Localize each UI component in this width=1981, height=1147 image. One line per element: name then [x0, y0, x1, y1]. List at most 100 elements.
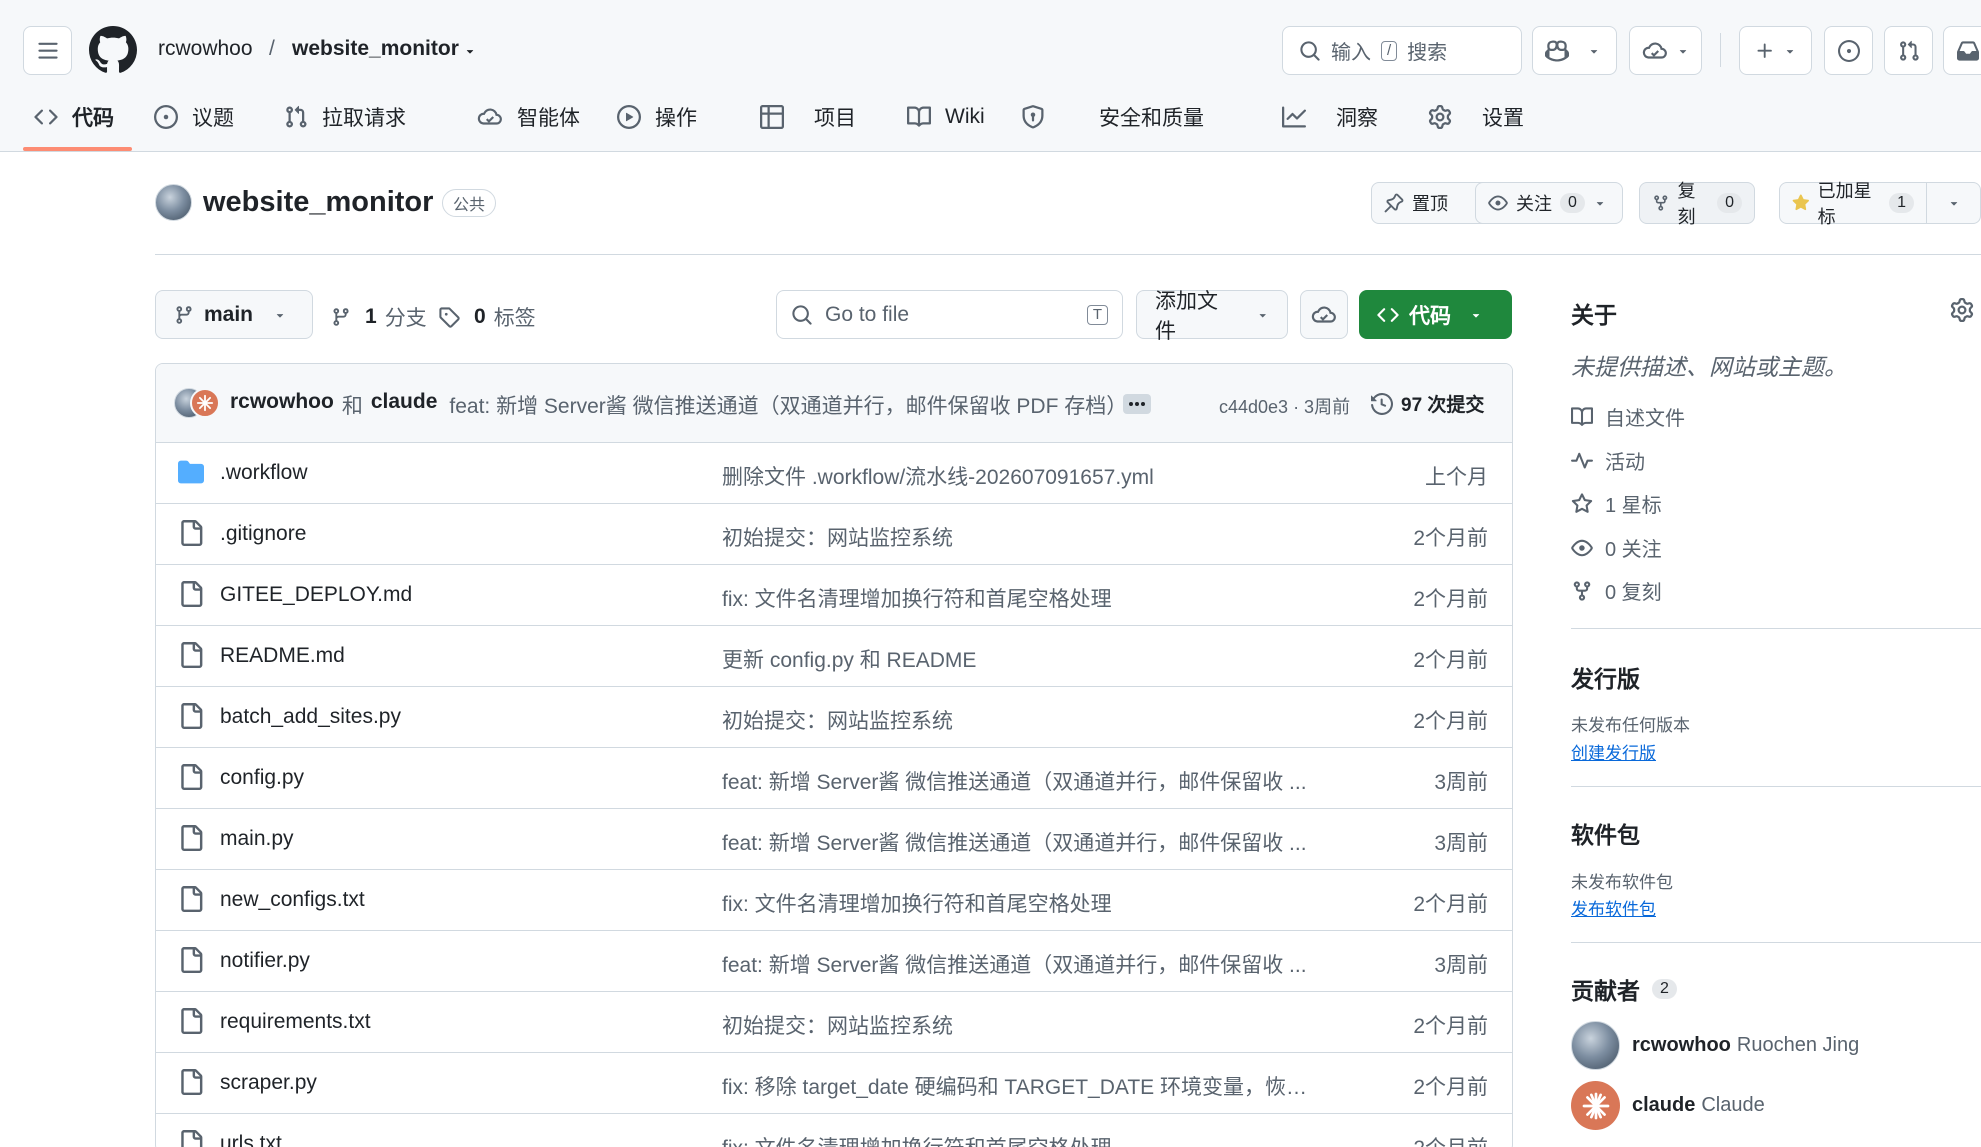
file-name[interactable]: config.py	[220, 766, 304, 790]
tab-projects[interactable]: 项目	[760, 100, 856, 134]
pin-icon	[1384, 193, 1404, 213]
agent-task-button[interactable]	[1300, 290, 1348, 339]
table-row[interactable]: .workflow 删除文件 .workflow/流水线-202607091657…	[156, 443, 1512, 504]
branch-select-button[interactable]: main	[155, 290, 313, 339]
tab-settings[interactable]: 设置	[1428, 100, 1524, 134]
about-forks[interactable]: 0 复刻	[1571, 576, 1662, 605]
code-dropdown-button[interactable]: 代码	[1359, 290, 1512, 339]
about-heading: 关于	[1571, 302, 1617, 328]
table-row[interactable]: batch_add_sites.py 初始提交：网站监控系统 2个月前	[156, 687, 1512, 748]
about-stars[interactable]: 1 星标	[1571, 489, 1662, 518]
github-logo-icon[interactable]	[89, 26, 137, 74]
commit-author-1[interactable]: rcwowhoo	[230, 390, 334, 420]
file-commit-message[interactable]: 更新 config.py 和 README	[722, 644, 976, 674]
go-to-file-input[interactable]: Go to file T	[776, 290, 1123, 339]
file-commit-message[interactable]: 初始提交：网站监控系统	[722, 522, 953, 552]
publish-package-link[interactable]: 发布软件包	[1571, 895, 1656, 920]
table-row[interactable]: config.py feat: 新增 Server酱 微信推送通道（双通道并行，邮…	[156, 748, 1512, 809]
agent-caret-icon[interactable]	[1676, 44, 1690, 58]
create-new-button[interactable]	[1739, 26, 1812, 75]
file-name[interactable]: requirements.txt	[220, 1010, 371, 1034]
file-name[interactable]: new_configs.txt	[220, 888, 365, 912]
commit-expand-button[interactable]	[1123, 394, 1151, 414]
table-row[interactable]: scraper.py fix: 移除 target_date 硬编码和 TARGE…	[156, 1053, 1512, 1114]
file-name[interactable]: notifier.py	[220, 949, 310, 973]
contributors-heading[interactable]: 贡献者 2	[1571, 972, 1677, 1006]
file-commit-message[interactable]: fix: 文件名清理增加换行符和首尾空格处理	[722, 888, 1112, 918]
tab-wiki[interactable]: Wiki	[907, 100, 985, 134]
pull-request-icon	[286, 105, 307, 128]
branches-link[interactable]: 1 分支	[331, 302, 427, 332]
table-row[interactable]: GITEE_DEPLOY.md fix: 文件名清理增加换行符和首尾空格处理 2个月…	[156, 565, 1512, 626]
tab-actions-label: 操作	[655, 107, 697, 130]
file-commit-message[interactable]: fix: 文件名清理增加换行符和首尾空格处理	[722, 583, 1112, 613]
tab-pull-requests[interactable]: 拉取请求	[284, 100, 406, 134]
file-name[interactable]: scraper.py	[220, 1071, 317, 1095]
file-commit-message[interactable]: 删除文件 .workflow/流水线-202607091657.yml	[722, 461, 1154, 491]
menu-button[interactable]	[23, 26, 72, 75]
file-commit-message[interactable]: feat: 新增 Server酱 微信推送通道（双通道并行，邮件保留收 ...	[722, 949, 1307, 979]
gear-icon[interactable]	[1950, 298, 1974, 322]
file-name[interactable]: batch_add_sites.py	[220, 705, 401, 729]
starred-button[interactable]: 已加星标 1	[1779, 181, 1927, 227]
commit-history-link[interactable]: 97 次提交	[1371, 390, 1484, 417]
issues-button[interactable]	[1824, 26, 1873, 75]
file-name[interactable]: main.py	[220, 827, 294, 851]
table-row[interactable]: requirements.txt 初始提交：网站监控系统 2个月前	[156, 992, 1512, 1053]
repo-avatar[interactable]	[155, 184, 192, 221]
table-row[interactable]: new_configs.txt fix: 文件名清理增加换行符和首尾空格处理 2个月…	[156, 870, 1512, 931]
file-name[interactable]: README.md	[220, 644, 345, 668]
breadcrumb-owner[interactable]: rcwowhoo	[158, 37, 253, 61]
pull-requests-button[interactable]	[1884, 26, 1933, 75]
tab-agents[interactable]: 智能体	[477, 100, 580, 134]
commit-hash-time[interactable]: c44d0e3 · 3周前	[1219, 393, 1350, 419]
watch-button[interactable]: 关注 0	[1475, 182, 1623, 224]
file-commit-message[interactable]: feat: 新增 Server酱 微信推送通道（双通道并行，邮件保留收 ...	[722, 766, 1307, 796]
about-readme[interactable]: 自述文件	[1571, 402, 1685, 431]
file-commit-message[interactable]: feat: 新增 Server酱 微信推送通道（双通道并行，邮件保留收 ...	[722, 827, 1307, 857]
add-file-button[interactable]: 添加文件	[1136, 290, 1288, 343]
tab-issues[interactable]: 议题	[154, 100, 234, 134]
add-file-caret-icon	[1259, 313, 1266, 317]
tab-insights[interactable]: 洞察	[1282, 100, 1378, 134]
agent-tasks-button[interactable]	[1629, 26, 1702, 75]
create-caret-icon[interactable]	[1783, 44, 1797, 58]
commit-message[interactable]: feat: 新增 Server酱 微信推送通道（双通道并行，邮件保留收 PDF …	[449, 390, 1127, 420]
about-activity[interactable]: 活动	[1571, 446, 1645, 475]
copilot-button[interactable]	[1532, 26, 1617, 75]
fork-button[interactable]: 复刻 0	[1639, 181, 1755, 227]
tab-security[interactable]: 安全和质量	[1021, 100, 1204, 134]
tags-link[interactable]: 0 标签	[438, 302, 536, 332]
inbox-button[interactable]	[1943, 26, 1981, 75]
create-release-link[interactable]: 创建发行版	[1571, 739, 1656, 764]
file-name[interactable]: .workflow	[220, 461, 308, 485]
repo-switch-caret-icon[interactable]	[463, 44, 477, 58]
about-watchers[interactable]: 0 关注	[1571, 533, 1662, 562]
watch-caret-icon[interactable]	[1593, 196, 1607, 210]
packages-heading[interactable]: 软件包	[1571, 816, 1640, 850]
file-name[interactable]: urls.txt	[220, 1132, 282, 1147]
tab-code[interactable]: 代码	[34, 100, 114, 134]
file-commit-message[interactable]: 初始提交：网站监控系统	[722, 1010, 953, 1040]
table-row[interactable]: README.md 更新 config.py 和 README 2个月前	[156, 626, 1512, 687]
copilot-caret-icon[interactable]	[1587, 44, 1601, 58]
releases-heading[interactable]: 发行版	[1571, 660, 1640, 694]
file-commit-message[interactable]: 初始提交：网站监控系统	[722, 705, 953, 735]
table-row[interactable]: urls.txt fix: 文件名清理增加换行符和首尾空格处理 2个月前	[156, 1114, 1512, 1147]
file-commit-message[interactable]: fix: 移除 target_date 硬编码和 TARGET_DATE 环境变…	[722, 1071, 1312, 1101]
tab-actions[interactable]: 操作	[617, 100, 697, 134]
file-name[interactable]: .gitignore	[220, 522, 306, 546]
avatar[interactable]	[190, 388, 220, 418]
contributor-rcwowhoo[interactable]: rcwowhoo Ruochen Jing	[1571, 1021, 1859, 1070]
commit-author-2[interactable]: claude	[371, 390, 438, 420]
breadcrumb-repo[interactable]: website_monitor	[292, 37, 459, 61]
file-commit-message[interactable]: fix: 文件名清理增加换行符和首尾空格处理	[722, 1132, 1112, 1147]
table-row[interactable]: main.py feat: 新增 Server酱 微信推送通道（双通道并行，邮件保…	[156, 809, 1512, 870]
contributor-claude[interactable]: claude Claude	[1571, 1081, 1765, 1130]
table-row[interactable]: notifier.py feat: 新增 Server酱 微信推送通道（双通道并行…	[156, 931, 1512, 992]
star-list-dropdown[interactable]	[1926, 182, 1981, 224]
global-search[interactable]: 输入 / 搜索	[1282, 26, 1522, 75]
repo-title[interactable]: website_monitor	[203, 186, 433, 219]
file-name[interactable]: GITEE_DEPLOY.md	[220, 583, 412, 607]
table-row[interactable]: .gitignore 初始提交：网站监控系统 2个月前	[156, 504, 1512, 565]
